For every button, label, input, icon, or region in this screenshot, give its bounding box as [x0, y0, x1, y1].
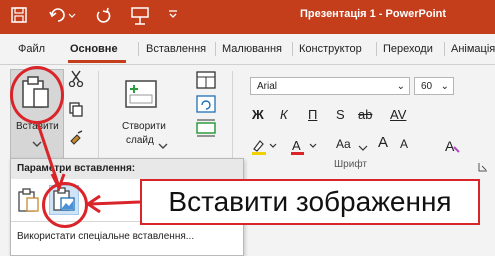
paste-as-picture-callout: Вставити зображення — [140, 179, 480, 225]
